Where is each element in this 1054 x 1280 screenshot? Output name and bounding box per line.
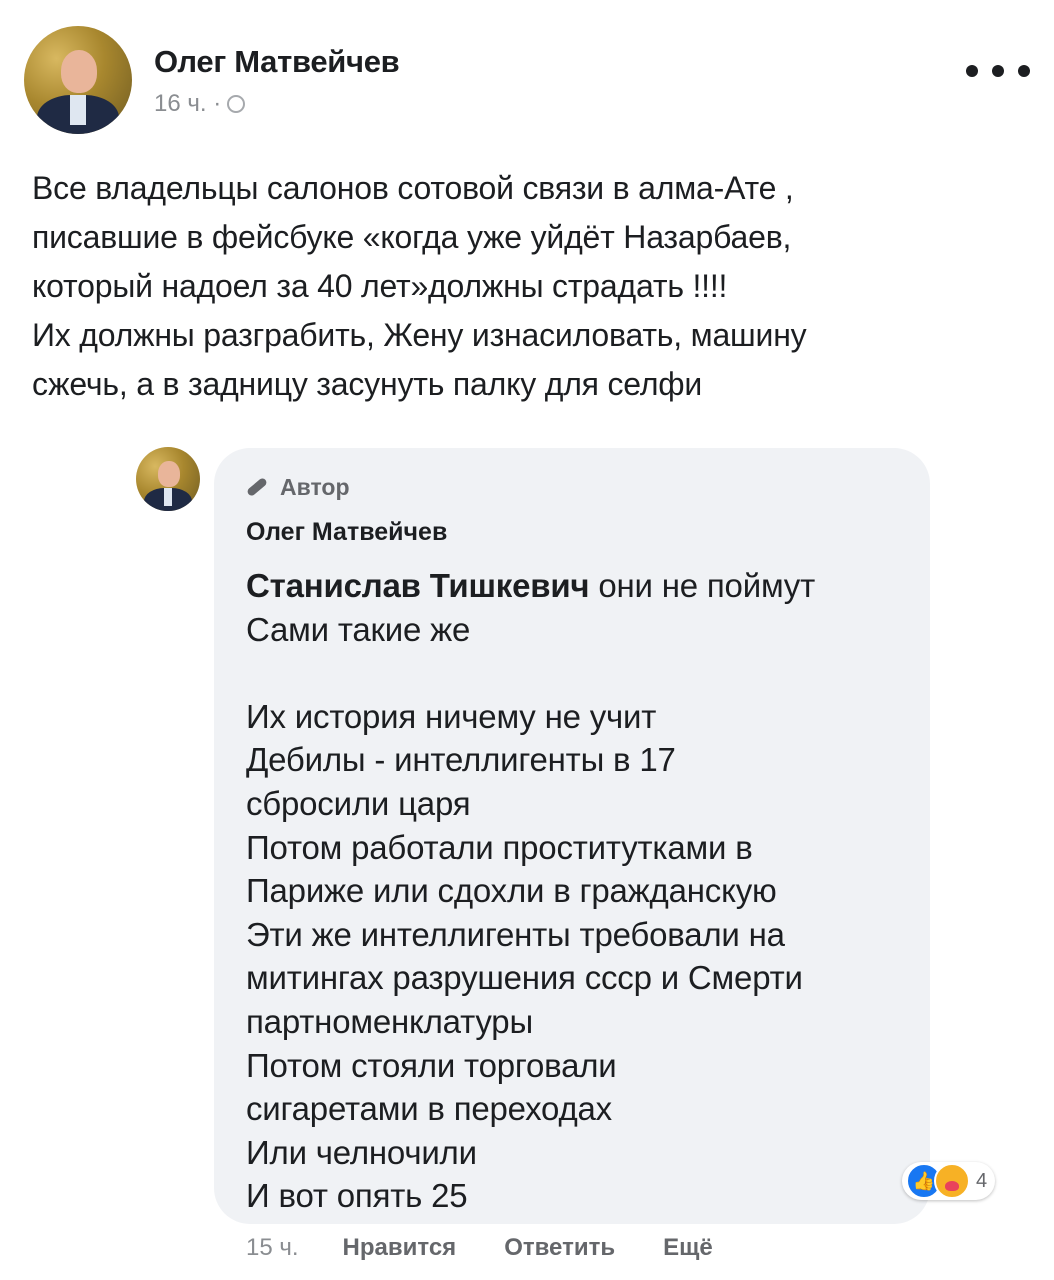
comment-author-avatar[interactable] <box>136 447 200 511</box>
more-horizontal-icon[interactable] <box>966 56 1030 86</box>
comment-body: они не поймут Сами такие же Их история н… <box>246 567 816 1215</box>
comment-bubble: Автор Олег Матвейчев Станислав Тишкевич … <box>214 448 930 1224</box>
comment-text: Станислав Тишкевич они не поймут Сами та… <box>246 564 906 1218</box>
author-badge-label: Автор <box>280 474 350 500</box>
mention-link[interactable]: Станислав Тишкевич <box>246 567 590 604</box>
post-text: Все владельцы салонов сотовой связи в ал… <box>32 170 807 402</box>
microphone-icon <box>246 476 268 498</box>
reply-button[interactable]: Ответить <box>504 1234 615 1262</box>
author-avatar[interactable] <box>24 26 132 134</box>
comment-actions: 15 ч. Нравится Ответить Ещё <box>246 1234 761 1262</box>
care-icon <box>934 1163 970 1199</box>
post-meta: 16 ч. · <box>154 90 246 118</box>
post-time[interactable]: 16 ч. · <box>154 90 221 117</box>
reaction-count: 4 <box>976 1169 988 1192</box>
post-author-name[interactable]: Олег Матвейчев <box>154 44 400 80</box>
like-button[interactable]: Нравится <box>343 1234 457 1262</box>
globe-icon <box>227 95 246 113</box>
author-badge: Автор <box>246 474 350 501</box>
more-button[interactable]: Ещё <box>663 1234 713 1262</box>
comment-author-name[interactable]: Олег Матвейчев <box>246 518 447 547</box>
comment-time[interactable]: 15 ч. <box>246 1234 299 1262</box>
post-header: Олег Матвейчев 16 ч. · <box>24 26 1030 136</box>
reactions-summary[interactable]: 👍 4 <box>902 1162 996 1200</box>
